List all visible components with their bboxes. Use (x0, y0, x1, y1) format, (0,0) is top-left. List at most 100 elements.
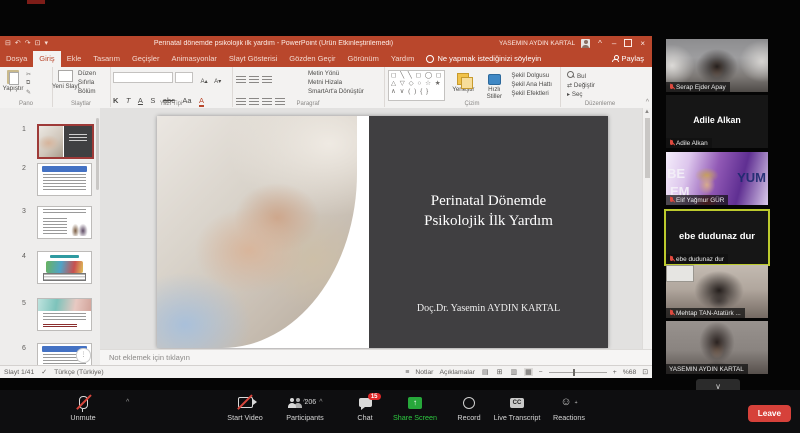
zoom-out-icon[interactable]: − (539, 369, 543, 376)
slide-thumbnail-1[interactable] (37, 124, 94, 159)
language-indicator[interactable]: Türkçe (Türkiye) (54, 369, 103, 376)
text-direction-button[interactable]: Metin Yönü (308, 70, 364, 77)
tab-gecisler[interactable]: Geçişler (126, 51, 166, 67)
ppt-share-label: Paylaş (621, 54, 644, 63)
collapse-ribbon-icon[interactable]: ^ (646, 99, 649, 106)
undo-icon[interactable]: ↶ (15, 39, 21, 47)
participant-tile[interactable]: Adile Alkan Adile Alkan (666, 95, 768, 148)
slide-thumbnail-4[interactable] (37, 251, 92, 284)
notes-area[interactable]: Not eklemek için tıklayın (100, 349, 652, 365)
paste-button[interactable]: Yapıştır (0, 67, 26, 96)
slide-thumbnail-2[interactable] (37, 163, 92, 196)
account-name[interactable]: YASEMIN AYDIN KARTAL (499, 40, 575, 47)
lightbulb-icon (426, 55, 434, 63)
meeting-toolbar: Unmute ^ Start Video ^ 206 ^ Participant… (0, 390, 800, 433)
comments-toggle[interactable]: Açıklamalar (439, 369, 475, 376)
audio-options-chevron[interactable]: ^ (126, 399, 129, 406)
slide-thumbnail-3[interactable] (37, 206, 92, 239)
scroll-up-icon[interactable]: ▲ (644, 109, 650, 115)
participant-tile[interactable]: Serap Ejder Apay (666, 39, 768, 92)
participant-tile[interactable]: BE EM YUM Elif Yağmur GÜR (666, 152, 768, 205)
close-icon[interactable]: × (638, 39, 647, 48)
scrollbar-thumb[interactable] (645, 118, 650, 178)
notes-toggle[interactable]: Notlar (415, 369, 433, 376)
font-size-input[interactable] (175, 72, 193, 83)
numbered-list-icon[interactable] (249, 76, 259, 84)
participant-name: YASEMIN AYDIN KARTAL (669, 366, 744, 373)
select-button[interactable]: ▸ Seç (567, 91, 640, 98)
participants-chevron[interactable]: ^ (319, 399, 322, 406)
tab-gozden-gecir[interactable]: Gözden Geçir (283, 51, 341, 67)
zoom-slider-thumb[interactable] (573, 369, 576, 376)
shapes-gallery[interactable]: ◻ ╲ ╲ ◻ ◯ ◻ △ ▽ ◇ ○ ☆ ★ ∧ ∨ ( ) { } (388, 70, 445, 101)
bullet-list-icon[interactable] (236, 76, 246, 84)
thumb-dark-panel (64, 126, 92, 157)
start-video-label: Start Video (227, 413, 262, 422)
tab-ekle[interactable]: Ekle (61, 51, 88, 67)
tab-tasarim[interactable]: Tasarım (87, 51, 126, 67)
current-slide[interactable]: Perinatal Dönemde Psikolojik İlk Yardım … (157, 116, 608, 348)
quick-styles-button[interactable]: Hızlı Stiller (481, 70, 507, 101)
replace-button[interactable]: ⇄ Değiştir (567, 82, 640, 89)
view-normal-icon[interactable]: ▤ (481, 368, 490, 376)
shrink-font-icon[interactable]: A▾ (214, 78, 221, 85)
tell-me-box[interactable]: Ne yapmak istediğinizi söyleyin (420, 51, 547, 67)
view-slideshow-icon[interactable]: ▦ (524, 368, 533, 376)
notes-resize-handle[interactable]: ⋮ (76, 348, 91, 363)
reactions-button[interactable]: ☺+ Reactions (534, 395, 604, 422)
font-name-input[interactable] (113, 72, 173, 83)
participant-name: Elif Yağmur GÜR (676, 197, 724, 204)
participant-name-label: Serap Ejder Apay (666, 82, 730, 92)
tab-gorunum[interactable]: Görünüm (342, 51, 385, 67)
spellcheck-icon[interactable]: ✓ (41, 368, 47, 376)
thumbnail-scrollbar[interactable] (96, 118, 99, 190)
section-button[interactable]: Bölüm (78, 88, 96, 95)
format-painter-icon[interactable]: ✎ (26, 89, 31, 96)
zoom-slider[interactable] (549, 372, 607, 373)
tab-dosya[interactable]: Dosya (0, 51, 33, 67)
copy-icon[interactable]: ⧉ (26, 80, 31, 87)
minimize-icon[interactable]: – (610, 39, 618, 48)
shape-outline-button[interactable]: Şekil Ana Hattı (511, 81, 552, 88)
restore-icon[interactable] (624, 39, 632, 47)
canvas-scrollbar[interactable]: ▲ (642, 108, 652, 349)
fit-to-window-icon[interactable]: ⊡ (642, 368, 648, 376)
slide-title: Perinatal Dönemde Psikolojik İlk Yardım (369, 192, 608, 232)
participant-tile[interactable]: YASEMIN AYDIN KARTAL (666, 321, 768, 374)
convert-smartart-button[interactable]: SmartArt'a Dönüştür (308, 88, 364, 95)
tab-yardim[interactable]: Yardım (385, 51, 421, 67)
tab-giris[interactable]: Giriş (33, 51, 60, 67)
leave-button[interactable]: Leave (748, 405, 791, 422)
view-reading-icon[interactable]: ▥ (509, 368, 518, 376)
unmute-button[interactable]: Unmute (48, 395, 118, 422)
grow-font-icon[interactable]: A▴ (200, 78, 207, 85)
indent-icon[interactable] (262, 76, 272, 84)
group-label-duzenleme: Düzenleme (560, 101, 640, 107)
find-button[interactable]: Bul (567, 71, 640, 80)
tab-animasyonlar[interactable]: Animasyonlar (165, 51, 222, 67)
tab-slayt-gosterisi[interactable]: Slayt Gösterisi (223, 51, 283, 67)
new-slide-button[interactable]: Yeni Slayt (52, 67, 78, 95)
participant-tile-active-speaker[interactable]: ebe dudunaz dur ebe dudunaz dur (664, 209, 770, 266)
avatar[interactable] (581, 39, 590, 48)
participant-center-name: ebe dudunaz dur (666, 231, 768, 242)
thumb-figures (70, 223, 88, 236)
zoom-in-icon[interactable]: + (613, 369, 617, 376)
participant-tile[interactable]: Mehtap TAN-Atatürk ... (666, 265, 768, 318)
align-text-button[interactable]: Metni Hizala (308, 79, 364, 86)
ppt-share-button[interactable]: Paylaş (604, 51, 652, 67)
mic-muted-icon (669, 140, 674, 147)
reset-button[interactable]: Sıfırla (78, 79, 96, 86)
slideshow-start-icon[interactable]: ⊡ (35, 39, 41, 47)
cut-icon[interactable]: ✂ (26, 71, 31, 78)
shape-effects-button[interactable]: Şekil Efektleri (511, 90, 552, 97)
arrange-button[interactable]: Yerleştir (449, 70, 477, 101)
view-sorter-icon[interactable]: ⊞ (496, 368, 504, 376)
zoom-level[interactable]: %68 (623, 369, 637, 376)
save-icon[interactable]: ⊟ (5, 39, 11, 47)
layout-button[interactable]: Düzen (78, 70, 96, 77)
slide-thumbnail-5[interactable] (37, 298, 92, 331)
shape-fill-button[interactable]: Şekil Dolgusu (511, 72, 552, 79)
ribbon-display-options-icon[interactable]: ^ (596, 39, 604, 48)
redo-icon[interactable]: ↷ (25, 39, 31, 47)
